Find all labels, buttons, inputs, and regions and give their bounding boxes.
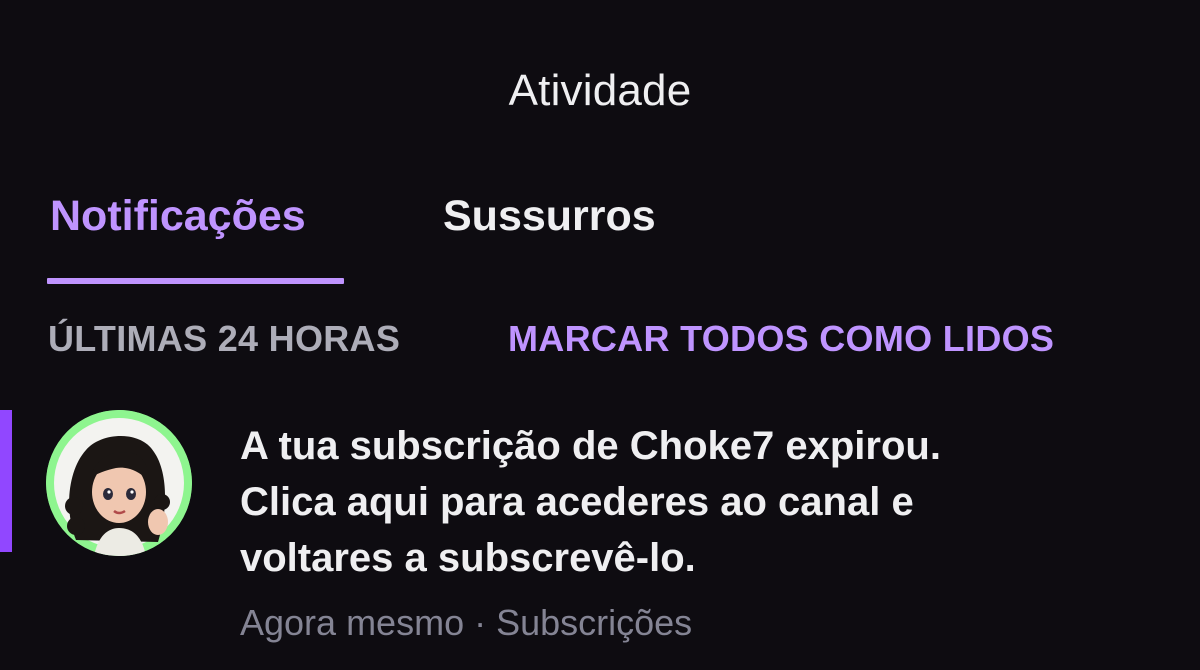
notification-line: A tua subscrição de Choke7 expirou. [240, 424, 941, 468]
page-title: Atividade [508, 66, 692, 115]
tab-bar: Notificações Sussurros [0, 192, 1200, 292]
unread-indicator [0, 410, 12, 552]
mark-all-read-button[interactable]: MARCAR TODOS COMO LIDOS [508, 318, 1054, 360]
meta-separator: · [464, 602, 497, 643]
tab-notifications[interactable]: Notificações [50, 192, 306, 241]
avatar-icon [46, 410, 192, 556]
active-tab-indicator [47, 278, 344, 284]
section-label-last-24-hours: ÚLTIMAS 24 HORAS [48, 318, 401, 359]
notification-message: A tua subscrição de Choke7 expirou. Clic… [240, 418, 1140, 586]
section-header: ÚLTIMAS 24 HORAS MARCAR TODOS COMO LIDOS [0, 318, 1200, 362]
notification-meta: Agora mesmo · Subscrições [240, 602, 692, 644]
notification-time: Agora mesmo [240, 602, 465, 643]
notification-item[interactable]: A tua subscrição de Choke7 expirou. Clic… [0, 400, 1200, 660]
notification-category: Subscrições [496, 602, 693, 643]
notification-line: voltares a subscrevê-lo. [240, 536, 696, 580]
notification-line: Clica aqui para acederes ao canal e [240, 480, 914, 524]
tab-whispers[interactable]: Sussurros [443, 192, 656, 241]
